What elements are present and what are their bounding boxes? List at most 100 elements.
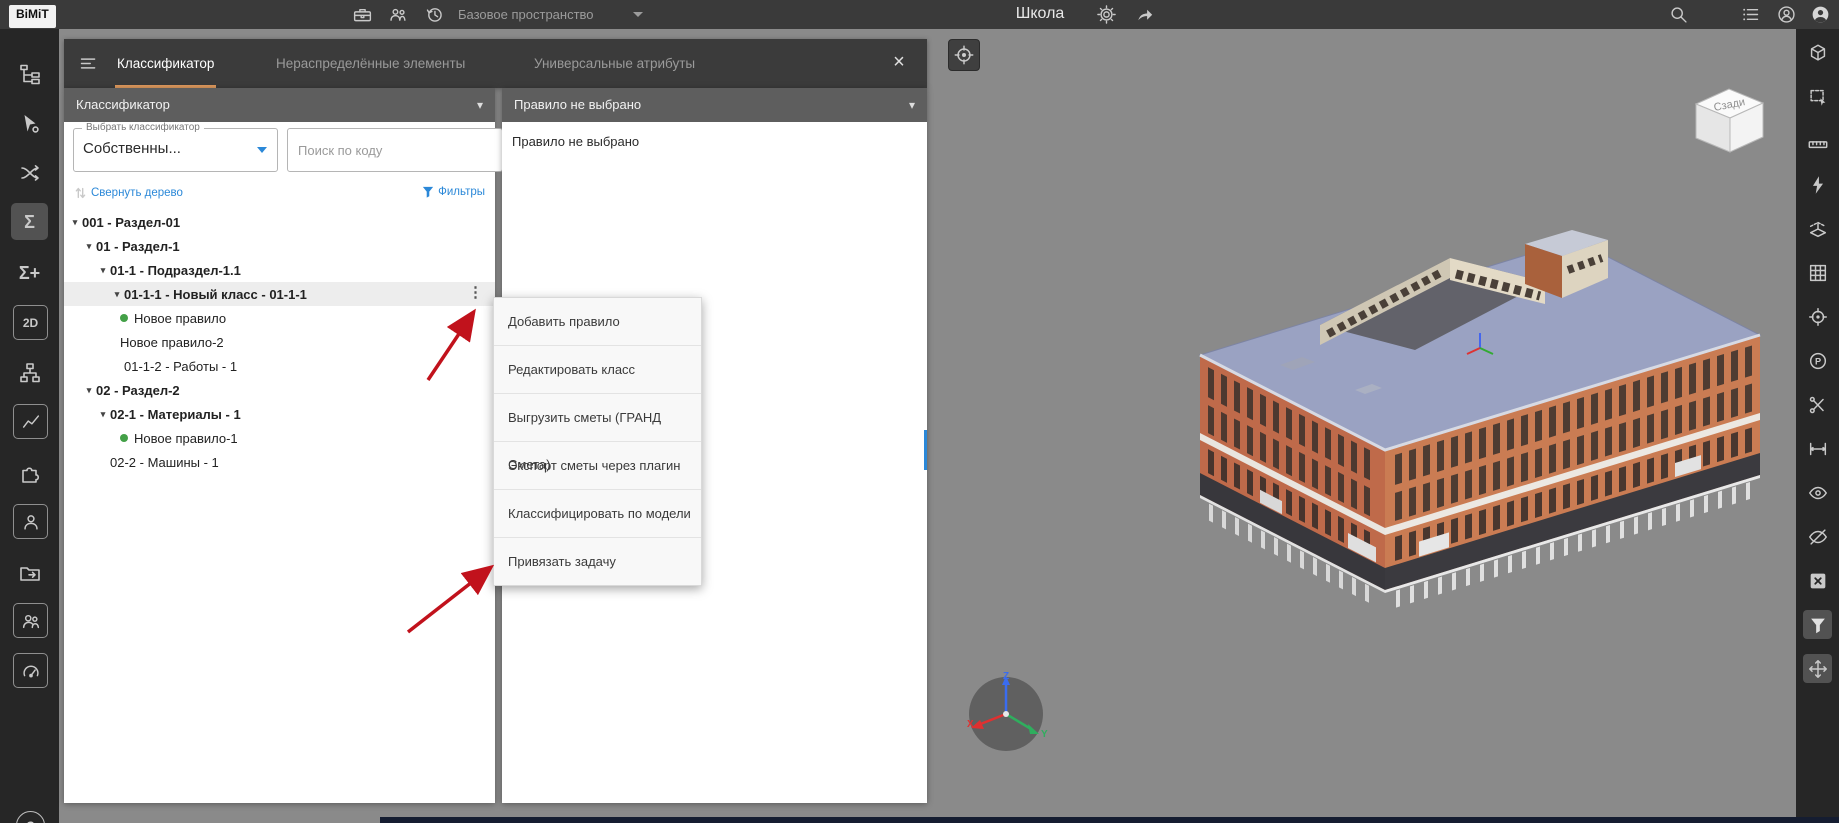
building-model[interactable] [1150, 230, 1790, 650]
focus-model-icon[interactable] [948, 39, 980, 71]
tab-unallocated-elements[interactable]: Нераспределённые элементы [276, 39, 465, 88]
header-caret-icon[interactable]: ▾ [477, 88, 483, 122]
code-search-input[interactable] [287, 128, 503, 172]
help-button[interactable]: ? [16, 811, 45, 823]
dimension-icon[interactable] [1803, 434, 1832, 463]
menu-item-export-plugin[interactable]: Экспорт сметы через плагин [494, 442, 701, 490]
menu-item-add-rule[interactable]: Добавить правило [494, 298, 701, 346]
collapse-tree-label: Свернуть дерево [91, 187, 183, 199]
rule-panel-header[interactable]: Правило не выбрано ▾ [502, 88, 927, 122]
axis-gizmo[interactable]: Z X Y [959, 667, 1054, 762]
classifier-panel-header[interactable]: Классификатор ▾ [64, 88, 495, 122]
expand-caret-icon[interactable]: ▾ [82, 241, 96, 252]
filter-view-icon[interactable] [1803, 610, 1832, 639]
ruler-icon[interactable] [1803, 126, 1832, 155]
panel-menu-icon[interactable] [78, 53, 99, 74]
estimate-tool-icon[interactable]: Σ+ [11, 254, 48, 291]
tree-item-label: 02-1 - Материалы - 1 [110, 406, 241, 422]
model-structure-icon[interactable] [11, 56, 48, 93]
classifier-tool-icon[interactable]: Σ [11, 203, 48, 240]
properties-icon[interactable]: P [1803, 346, 1832, 375]
nav-cube[interactable]: Сзади [1687, 79, 1771, 157]
close-panel-icon[interactable]: × [887, 51, 911, 75]
hide-eye-icon[interactable] [1803, 522, 1832, 551]
team-icon[interactable] [388, 4, 409, 25]
hierarchy-icon[interactable] [11, 354, 48, 391]
grid-icon[interactable] [1803, 258, 1832, 287]
tree-item-label: 01 - Раздел-1 [96, 238, 180, 254]
classifier-select[interactable]: Выбрать классификатор Собственны... [73, 122, 278, 172]
scrollbar-thumb[interactable] [924, 430, 927, 470]
left-toolbar: Σ Σ+ 2D ? [0, 29, 59, 823]
select-caret-icon[interactable] [257, 147, 267, 153]
settings-gear-icon[interactable] [1096, 4, 1117, 25]
tree-item-rule[interactable]: Новое правило [64, 306, 495, 330]
item-menu-icon[interactable]: ⋮ [468, 283, 483, 301]
rule-active-dot [120, 434, 128, 442]
workspace-selector[interactable]: Базовое пространство [458, 7, 594, 22]
tree-item-selected[interactable]: ▾ 01-1-1 - Новый класс - 01-1-1 ⋮ [64, 282, 495, 306]
workspace-caret-icon[interactable] [633, 12, 643, 17]
toolbox-icon[interactable] [352, 4, 373, 25]
svg-text:P: P [1814, 356, 1820, 366]
tree-item[interactable]: 02-2 - Машины - 1 [64, 450, 495, 474]
menu-item-edit-class[interactable]: Редактировать класс [494, 346, 701, 394]
project-title: Школа [1015, 5, 1065, 22]
quick-measure-icon[interactable] [1803, 170, 1832, 199]
user-avatar[interactable] [1810, 4, 1831, 25]
analytics-chart-icon[interactable] [13, 404, 48, 439]
classifier-header-label: Классификатор [76, 97, 170, 112]
tree-item-label: Новое правило-1 [134, 430, 238, 446]
section-plane-icon[interactable] [1803, 214, 1832, 243]
share-icon[interactable] [1134, 4, 1155, 25]
panel-tab-bar: Классификатор Нераспределённые элементы … [64, 39, 927, 88]
sort-arrows-icon [75, 187, 86, 199]
collaboration-people-icon[interactable] [13, 603, 48, 638]
expand-caret-icon[interactable]: ▾ [110, 289, 124, 300]
drawings-2d-icon[interactable]: 2D [13, 305, 48, 340]
collapse-tree-link[interactable]: Свернуть дерево [74, 186, 183, 200]
app-logo[interactable]: BiMiT [9, 5, 56, 28]
box-select-icon[interactable] [1803, 82, 1832, 111]
tree-item[interactable]: 01-1-2 - Работы - 1 [64, 354, 495, 378]
clip-icon[interactable] [1803, 390, 1832, 419]
header-caret-icon[interactable]: ▾ [909, 88, 915, 122]
list-menu-icon[interactable] [1740, 4, 1761, 25]
menu-item-export-grand[interactable]: Выгрузить сметы (ГРАНД Смета) [494, 394, 701, 472]
locate-target-icon[interactable] [1803, 302, 1832, 331]
tab-universal-attributes[interactable]: Универсальные атрибуты [534, 39, 695, 88]
dashboard-gauge-icon[interactable] [13, 653, 48, 688]
tree-item-label: 001 - Раздел-01 [82, 214, 181, 230]
tree-item[interactable]: ▾ 02 - Раздел-2 [64, 378, 495, 402]
tab-classifier[interactable]: Классификатор [114, 39, 217, 88]
bottom-edge-bar [380, 817, 1839, 823]
move-icon[interactable] [1803, 654, 1832, 683]
rule-active-dot [120, 314, 128, 322]
contacts-icon[interactable] [1776, 4, 1797, 25]
search-icon[interactable] [1668, 4, 1689, 25]
tree-item[interactable]: ▾ 01-1 - Подраздел-1.1 [64, 258, 495, 282]
tree-item[interactable]: ▾ 01 - Раздел-1 [64, 234, 495, 258]
tree-item[interactable]: ▾ 02-1 - Материалы - 1 [64, 402, 495, 426]
history-icon[interactable] [424, 4, 445, 25]
profile-person-icon[interactable] [13, 504, 48, 539]
tree-item-rule[interactable]: Новое правило-2 [64, 330, 495, 354]
dependencies-icon[interactable] [11, 154, 48, 191]
project-export-folder-icon[interactable] [11, 554, 48, 591]
show-eye-icon[interactable] [1803, 478, 1832, 507]
expand-caret-icon[interactable]: ▾ [96, 409, 110, 420]
tree-item-rule[interactable]: Новое правило-1 [64, 426, 495, 450]
select-cursor-icon[interactable] [11, 105, 48, 142]
plugins-puzzle-icon[interactable] [11, 454, 48, 491]
right-toolbar: P [1796, 29, 1839, 823]
menu-item-classify-by-model[interactable]: Классифицировать по модели [494, 490, 701, 538]
rule-empty-text: Правило не выбрано [512, 134, 640, 149]
clear-selection-icon[interactable] [1803, 566, 1832, 595]
expand-caret-icon[interactable]: ▾ [68, 217, 82, 228]
filters-link[interactable]: Фильтры [422, 186, 485, 198]
expand-caret-icon[interactable]: ▾ [96, 265, 110, 276]
tree-item[interactable]: ▾ 001 - Раздел-01 [64, 210, 495, 234]
expand-caret-icon[interactable]: ▾ [82, 385, 96, 396]
view-cube-icon[interactable] [1803, 38, 1832, 67]
menu-item-bind-task[interactable]: Привязать задачу [494, 538, 701, 585]
